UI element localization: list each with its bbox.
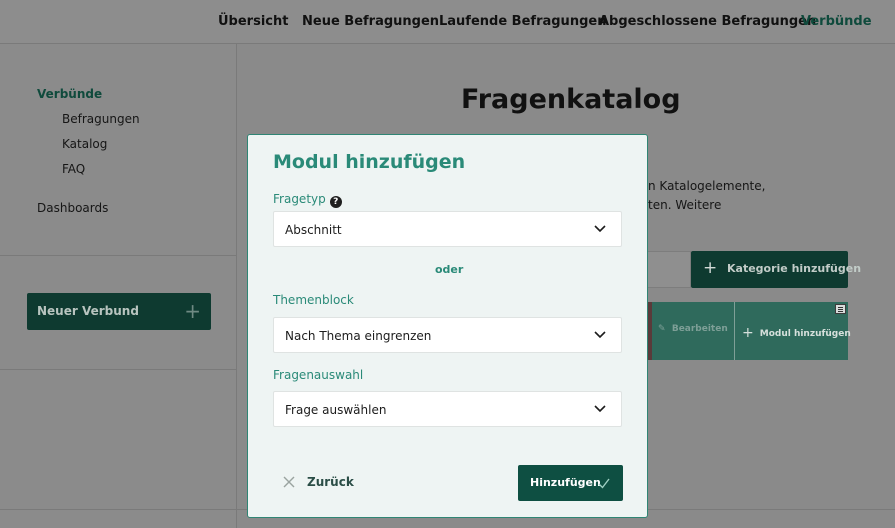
plus-icon: + xyxy=(742,325,754,341)
fragetyp-label-text: Fragetyp xyxy=(273,192,326,206)
add-module-label: Modul hinzufügen xyxy=(759,329,851,339)
menu-icon[interactable] xyxy=(835,304,846,314)
themenblock-label: Themenblock xyxy=(273,293,354,307)
sidebar-divider xyxy=(0,255,237,256)
nav-verbuende[interactable]: Verbünde xyxy=(801,14,872,29)
add-submit-button[interactable]: Hinzufügen xyxy=(518,465,623,501)
fragenauswahl-label: Fragenauswahl xyxy=(273,368,364,382)
chevron-down-icon xyxy=(594,225,606,233)
fragetyp-value: Abschnitt xyxy=(285,223,342,237)
chevron-down-icon xyxy=(594,405,606,413)
page-title: Fragenkatalog xyxy=(461,84,681,115)
dialog-title: Modul hinzufügen xyxy=(273,151,466,173)
sidebar-item-faq[interactable]: FAQ xyxy=(62,162,85,176)
add-module-button[interactable]: + Modul hinzufügen xyxy=(742,324,851,341)
help-icon[interactable]: ? xyxy=(329,196,342,208)
themenblock-select[interactable]: Nach Thema eingrenzen xyxy=(273,317,622,353)
sidebar-item-dashboards[interactable]: Dashboards xyxy=(37,201,108,215)
plus-icon: + xyxy=(703,258,718,278)
sidebar-item-katalog[interactable]: Katalog xyxy=(62,137,107,151)
back-label: Zurück xyxy=(307,475,354,489)
or-separator: oder xyxy=(435,263,464,276)
pencil-icon: ✎ xyxy=(658,324,666,334)
sidebar: Verbünde Befragungen Katalog FAQ Dashboa… xyxy=(0,44,237,528)
nav-neue-befragungen[interactable]: Neue Befragungen xyxy=(302,14,439,29)
fragetyp-select[interactable]: Abschnitt xyxy=(273,211,622,247)
description-text: n Katalogelemente, xyxy=(648,179,766,193)
edit-label: Bearbeiten xyxy=(671,324,728,334)
nav-uebersicht[interactable]: Übersicht xyxy=(218,14,288,29)
plus-icon: + xyxy=(184,299,201,323)
checkmark-icon xyxy=(598,478,610,489)
nav-abgeschlossene-befragungen[interactable]: Abgeschlossene Befragungen xyxy=(599,14,816,29)
sidebar-divider xyxy=(0,369,237,370)
add-category-label: Kategorie hinzufügen xyxy=(727,262,862,275)
sidebar-item-befragungen[interactable]: Befragungen xyxy=(62,112,140,126)
fragenauswahl-value: Frage auswählen xyxy=(285,403,387,417)
divider xyxy=(734,302,735,360)
nav-laufende-befragungen[interactable]: Laufende Befragungen xyxy=(439,14,606,29)
fragetyp-label: Fragetyp? xyxy=(273,192,342,208)
category-search-input[interactable] xyxy=(648,251,691,288)
new-verbund-label: Neuer Verbund xyxy=(37,304,139,318)
description-text: ten. Weitere xyxy=(648,198,722,212)
chevron-down-icon xyxy=(594,331,606,339)
edit-button[interactable]: ✎ Bearbeiten xyxy=(658,324,728,334)
themenblock-value: Nach Thema eingrenzen xyxy=(285,329,432,343)
add-category-button[interactable]: + Kategorie hinzufügen xyxy=(691,251,861,288)
new-verbund-button[interactable]: Neuer Verbund + xyxy=(27,293,211,330)
catalog-row-actions: ✎ Bearbeiten + Modul hinzufügen xyxy=(648,302,851,360)
add-module-dialog: Modul hinzufügen Fragetyp? Abschnitt ode… xyxy=(247,134,648,518)
row-indicator xyxy=(648,302,652,360)
fragenauswahl-select[interactable]: Frage auswählen xyxy=(273,391,622,427)
top-navigation: Übersicht Neue Befragungen Laufende Befr… xyxy=(0,0,895,44)
submit-label: Hinzufügen xyxy=(530,476,601,489)
close-icon xyxy=(283,476,295,488)
sidebar-section-verbuende[interactable]: Verbünde xyxy=(37,87,102,101)
